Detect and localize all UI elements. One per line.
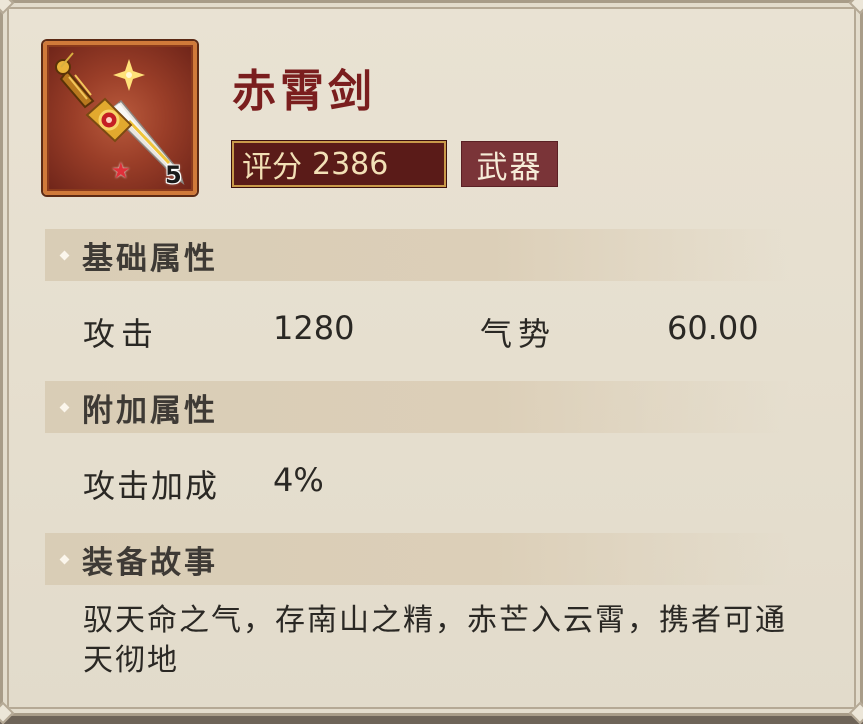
panel-corner-ornament xyxy=(0,0,15,15)
stat-value-attack-bonus: 4% xyxy=(273,461,324,499)
panel-corner-ornament xyxy=(0,701,15,724)
stat-label-momentum: 气势 xyxy=(480,315,557,353)
section-title: 附加属性 xyxy=(82,392,218,429)
item-type-tag: 武器 xyxy=(461,141,558,187)
panel-corner-ornament xyxy=(848,0,863,15)
diamond-bullet-icon xyxy=(59,554,70,564)
red-star-icon: ★ xyxy=(111,159,131,184)
section-title: 基础属性 xyxy=(82,240,218,277)
stat-value-momentum: 60.00 xyxy=(667,309,759,347)
section-header-base-attributes: 基础属性 xyxy=(45,229,790,281)
item-level-badge: 5 xyxy=(165,161,182,189)
section-header-extra-attributes: 附加属性 xyxy=(45,381,790,433)
diamond-bullet-icon xyxy=(59,402,70,412)
item-name: 赤霄剑 xyxy=(232,66,376,117)
score-box: 评分 2386 xyxy=(232,141,446,187)
score-label: 评分 xyxy=(242,150,302,185)
stat-label-attack: 攻击 xyxy=(83,315,160,353)
diamond-bullet-icon xyxy=(59,250,70,260)
stat-label-attack-bonus: 攻击加成 xyxy=(83,467,220,505)
item-detail-panel: ★ 5 赤霄剑 评分 2386 武器 基础属性 攻击 1280 气势 60.00… xyxy=(0,0,863,724)
section-title: 装备故事 xyxy=(82,544,218,581)
equipment-story-text: 驭天命之气，存南山之精，赤芒入云霄，携者可通天彻地 xyxy=(83,603,787,678)
panel-corner-ornament xyxy=(848,701,863,724)
section-header-equipment-story: 装备故事 xyxy=(45,533,790,585)
score-value: 2386 xyxy=(312,146,389,182)
item-icon-frame[interactable]: ★ 5 xyxy=(43,41,197,195)
stat-value-attack: 1280 xyxy=(273,309,355,347)
